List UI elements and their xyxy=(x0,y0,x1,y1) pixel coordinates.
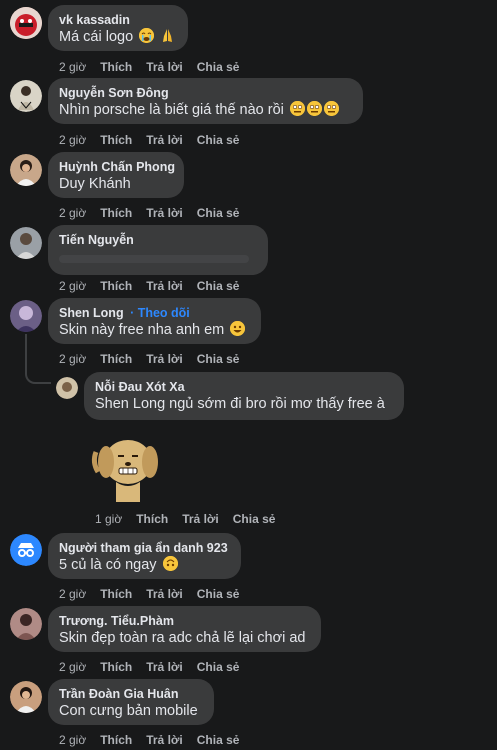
like-button[interactable]: Thích xyxy=(100,733,132,747)
pray-hands-icon xyxy=(160,28,175,43)
timestamp[interactable]: 2 giờ xyxy=(59,352,86,366)
comment-actions: 2 giờ Thích Trả lời Chia sẻ xyxy=(59,60,253,74)
share-button[interactable]: Chia sẻ xyxy=(197,352,240,366)
reply-button[interactable]: Trả lời xyxy=(146,352,183,366)
reply-bubble: Nỗi Đau Xót Xa Shen Long ngủ sớm đi bro … xyxy=(84,372,404,420)
author-name[interactable]: Huỳnh Chấn Phong xyxy=(59,159,175,175)
upside-down-face-icon xyxy=(162,556,178,571)
comment-actions: 2 giờ Thích Trả lời Chia sẻ xyxy=(59,133,253,147)
like-button[interactable]: Thích xyxy=(100,587,132,601)
author-name[interactable]: Trần Đoàn Gia Huân xyxy=(59,686,203,702)
comment-actions: 2 giờ Thích Trả lời Chia sẻ xyxy=(59,352,253,366)
avatar[interactable] xyxy=(10,154,42,186)
author-name[interactable]: Trương. Tiểu.Phàm xyxy=(59,613,310,629)
cry-face-icon xyxy=(139,28,155,43)
comment-actions: 2 giờ Thích Trả lời Chia sẻ xyxy=(59,660,253,674)
author-name[interactable]: Người tham gia ẩn danh 923 xyxy=(59,540,230,556)
reply-author-name[interactable]: Nỗi Đau Xót Xa xyxy=(95,379,393,395)
timestamp[interactable]: 2 giờ xyxy=(59,133,86,147)
share-button[interactable]: Chia sẻ xyxy=(197,206,240,220)
author-name[interactable]: vk kassadin xyxy=(59,12,177,28)
follow-link: · Theo dõi xyxy=(130,306,190,320)
like-button[interactable]: Thích xyxy=(100,133,132,147)
reply-button[interactable]: Trả lời xyxy=(182,512,219,526)
comment-text: Nhìn porsche là biết giá thế nào rồi xyxy=(59,102,284,118)
comment-bubble: Nguyễn Sơn Đông Nhìn porsche là biết giá… xyxy=(48,78,363,124)
comment-bubble: vk kassadin Má cái logo xyxy=(48,5,188,51)
dog-grin-sticker-icon xyxy=(88,432,160,504)
comment-actions: 2 giờ Thích Trả lời Chia sẻ xyxy=(59,206,253,220)
comment-text: Con cưng bản mobile xyxy=(59,703,198,719)
comment-actions: 2 giờ Thích Trả lời Chia sẻ xyxy=(59,587,253,601)
reply-button[interactable]: Trả lời xyxy=(146,587,183,601)
like-button[interactable]: Thích xyxy=(100,279,132,293)
reply-avatar[interactable] xyxy=(56,377,78,399)
share-button[interactable]: Chia sẻ xyxy=(197,60,240,74)
avatar[interactable] xyxy=(10,227,42,259)
timestamp[interactable]: 2 giờ xyxy=(59,279,86,293)
avatar[interactable] xyxy=(10,7,42,39)
like-button[interactable]: Thích xyxy=(100,206,132,220)
share-button[interactable]: Chia sẻ xyxy=(197,587,240,601)
author-name[interactable]: Shen Long xyxy=(59,306,124,320)
reply-button[interactable]: Trả lời xyxy=(146,133,183,147)
author-name[interactable]: Nguyễn Sơn Đông xyxy=(59,85,352,101)
comment-bubble: Trương. Tiểu.Phàm Skin đẹp toàn ra adc c… xyxy=(48,606,321,652)
comment-text: Má cái logo xyxy=(59,29,134,45)
timestamp[interactable]: 2 giờ xyxy=(59,733,86,747)
dizzy-face-icon xyxy=(289,101,305,116)
hidden-content xyxy=(59,255,249,263)
dizzy-face-icon xyxy=(306,101,322,116)
comment-text: 5 củ là có ngay xyxy=(59,557,157,573)
avatar[interactable] xyxy=(10,80,42,112)
reply-actions: 1 giờ Thích Trả lời Chia sẻ xyxy=(95,512,289,526)
comment-text: Skin này free nha anh em xyxy=(59,322,225,338)
timestamp[interactable]: 1 giờ xyxy=(95,512,122,526)
reply-button[interactable]: Trả lời xyxy=(146,279,183,293)
reply-button[interactable]: Trả lời xyxy=(146,206,183,220)
share-button[interactable]: Chia sẻ xyxy=(197,133,240,147)
avatar[interactable] xyxy=(10,681,42,713)
author-name[interactable]: Tiến Nguyễn xyxy=(59,232,257,248)
share-button[interactable]: Chia sẻ xyxy=(197,279,240,293)
dizzy-face-icon xyxy=(323,101,339,116)
reply-text: Shen Long ngủ sớm đi bro rồi mơ thấy fre… xyxy=(95,396,385,412)
like-button[interactable]: Thích xyxy=(136,512,168,526)
reply-button[interactable]: Trả lời xyxy=(146,60,183,74)
timestamp[interactable]: 2 giờ xyxy=(59,660,86,674)
timestamp[interactable]: 2 giờ xyxy=(59,60,86,74)
avatar[interactable] xyxy=(10,300,42,332)
comment-bubble: Người tham gia ẩn danh 923 5 củ là có ng… xyxy=(48,533,241,579)
timestamp[interactable]: 2 giờ xyxy=(59,587,86,601)
comment-bubble: Shen Long · Theo dõi Skin này free nha a… xyxy=(48,298,261,344)
anonymous-avatar[interactable] xyxy=(10,534,42,566)
like-button[interactable]: Thích xyxy=(100,60,132,74)
comment-bubble: Trần Đoàn Gia Huân Con cưng bản mobile xyxy=(48,679,214,725)
like-button[interactable]: Thích xyxy=(100,352,132,366)
reply-button[interactable]: Trả lời xyxy=(146,733,183,747)
comment-actions: 2 giờ Thích Trả lời Chia sẻ xyxy=(59,733,253,747)
comment-bubble: Tiến Nguyễn xyxy=(48,225,268,275)
avatar[interactable] xyxy=(10,608,42,640)
thread-connector xyxy=(25,334,51,384)
reply-button[interactable]: Trả lời xyxy=(146,660,183,674)
comment-text: Duy Khánh xyxy=(59,176,131,192)
comment-actions: 2 giờ Thích Trả lời Chia sẻ xyxy=(59,279,253,293)
comment-bubble: Huỳnh Chấn Phong Duy Khánh xyxy=(48,152,184,198)
timestamp[interactable]: 2 giờ xyxy=(59,206,86,220)
share-button[interactable]: Chia sẻ xyxy=(197,733,240,747)
share-button[interactable]: Chia sẻ xyxy=(233,512,276,526)
share-button[interactable]: Chia sẻ xyxy=(197,660,240,674)
comment-text: Skin đẹp toàn ra adc chả lẽ lại chơi ad xyxy=(59,630,306,646)
grin-face-icon xyxy=(230,321,246,336)
like-button[interactable]: Thích xyxy=(100,660,132,674)
